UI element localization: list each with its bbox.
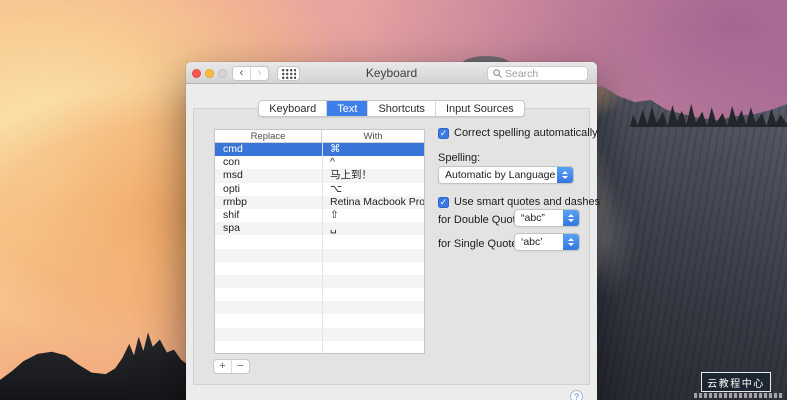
single-quotes-label: for Single Quotes	[438, 238, 523, 250]
table-row-empty	[215, 328, 424, 341]
table-row-empty	[215, 314, 424, 327]
table-row-empty	[215, 235, 424, 248]
search-input[interactable]	[505, 68, 582, 80]
watermark-text: 云教程中心	[707, 375, 765, 390]
check-icon: ✓	[440, 198, 448, 207]
table-row-empty	[215, 262, 424, 275]
table-row[interactable]: spa ␣	[215, 222, 424, 235]
table-row[interactable]: shif ⇧	[215, 209, 424, 222]
tab-input-sources[interactable]: Input Sources	[436, 101, 524, 116]
column-divider	[322, 143, 323, 354]
forward-button: ›	[251, 67, 268, 80]
table-row[interactable]: rmbp Retina Macbook Pro	[215, 196, 424, 209]
nav-segmented-control: ‹ ›	[232, 66, 269, 81]
tab-bar: Keyboard Text Shortcuts Input Sources	[186, 100, 597, 117]
column-header-with: With	[322, 130, 424, 142]
spelling-label: Spelling:	[438, 152, 480, 164]
search-field[interactable]	[487, 66, 588, 81]
table-row-empty	[215, 341, 424, 354]
keyboard-preferences-window: Keyboard ‹ › Keyboard Text Shortcuts Inp…	[186, 62, 597, 400]
search-icon	[493, 69, 502, 78]
remove-replacement-button[interactable]: −	[232, 360, 249, 373]
spelling-popup[interactable]: Automatic by Language	[438, 166, 574, 184]
add-replacement-button[interactable]: +	[214, 360, 232, 373]
watermark-subtext	[694, 393, 784, 398]
check-icon: ✓	[440, 129, 448, 138]
tab-shortcuts[interactable]: Shortcuts	[368, 101, 435, 116]
watermark-badge: 云教程中心	[701, 372, 771, 392]
smart-quotes-label: Use smart quotes and dashes	[454, 196, 600, 208]
popup-stepper-icon	[563, 210, 579, 226]
smart-quotes-checkbox[interactable]: ✓	[438, 197, 449, 208]
table-row[interactable]: msd 马上到！	[215, 169, 424, 182]
text-tab-panel: Replace With cmd ⌘ con ^ msd 马上到！ opti	[193, 108, 590, 385]
tab-text[interactable]: Text	[327, 101, 368, 116]
back-button[interactable]: ‹	[233, 67, 251, 80]
correct-spelling-checkbox[interactable]: ✓	[438, 128, 449, 139]
table-row[interactable]: cmd ⌘	[215, 143, 424, 156]
correct-spelling-label: Correct spelling automatically	[454, 127, 598, 139]
add-remove-segmented-control: + −	[213, 359, 250, 374]
grid-icon	[282, 69, 296, 79]
double-quotes-popup-value: “abc”	[515, 212, 563, 224]
popup-stepper-icon	[557, 167, 573, 183]
table-header: Replace With	[215, 130, 424, 143]
text-replacements-table[interactable]: Replace With cmd ⌘ con ^ msd 马上到！ opti	[214, 129, 425, 354]
spelling-popup-value: Automatic by Language	[439, 169, 557, 181]
table-row[interactable]: con ^	[215, 156, 424, 169]
table-body: cmd ⌘ con ^ msd 马上到！ opti ⌥ rmbp Retin	[215, 143, 424, 354]
column-header-replace: Replace	[215, 130, 322, 142]
single-quotes-popup-value: ‘abc’	[515, 236, 563, 248]
table-row-empty	[215, 288, 424, 301]
tabs-segmented-control: Keyboard Text Shortcuts Input Sources	[258, 100, 525, 117]
table-row[interactable]: opti ⌥	[215, 183, 424, 196]
single-quotes-popup[interactable]: ‘abc’	[514, 233, 580, 251]
table-row-empty	[215, 275, 424, 288]
tab-keyboard[interactable]: Keyboard	[259, 101, 327, 116]
table-row-empty	[215, 249, 424, 262]
title-bar[interactable]: Keyboard ‹ ›	[186, 62, 597, 84]
popup-stepper-icon	[563, 234, 579, 250]
help-button[interactable]: ?	[570, 390, 583, 400]
table-row-empty	[215, 301, 424, 314]
double-quotes-popup[interactable]: “abc”	[514, 209, 580, 227]
smart-quotes-row: ✓ Use smart quotes and dashes	[438, 196, 600, 208]
correct-spelling-row: ✓ Correct spelling automatically	[438, 127, 598, 139]
show-all-button[interactable]	[277, 66, 300, 81]
